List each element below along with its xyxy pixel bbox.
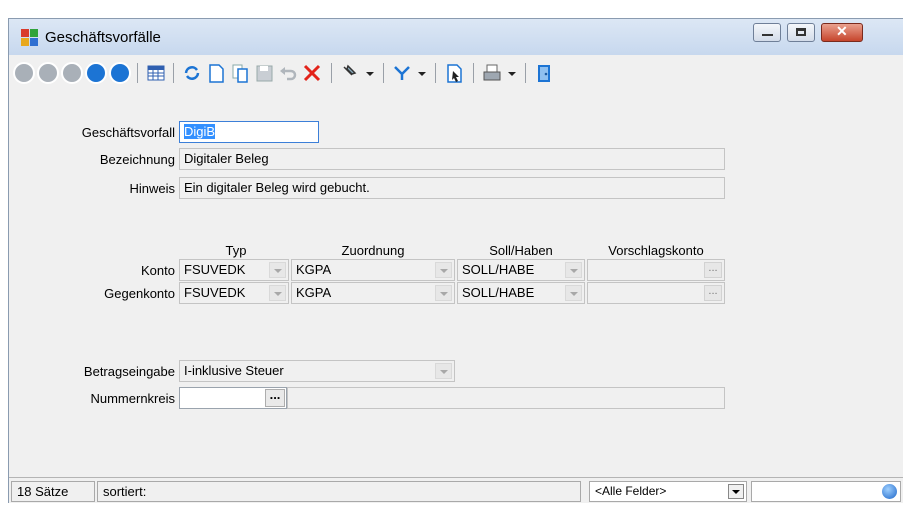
geschaeftsvorfall-value: DigiB [184,124,216,139]
betragseingabe-value: I-inklusive Steuer [184,363,284,378]
search-input[interactable] [751,481,901,502]
ellipsis-button[interactable]: ... [704,262,722,278]
first-record-icon[interactable] [13,62,35,84]
konto-zuordnung-select[interactable]: KGPA [291,259,455,281]
gegenkonto-vorschlag-field[interactable]: ... [587,282,725,304]
search-dropdown-icon[interactable] [363,62,377,84]
maximize-button[interactable] [787,23,815,42]
new-document-icon[interactable] [205,62,227,84]
hinweis-label: Hinweis [129,181,175,196]
delete-icon[interactable] [301,62,323,84]
search-pin-icon[interactable] [339,62,361,84]
chevron-down-icon [269,262,286,278]
konto-zuordnung-value: KGPA [296,262,332,277]
konto-sollhaben-value: SOLL/HABE [462,262,535,277]
window-title: Geschäftsvorfälle [45,29,161,46]
last-record-icon[interactable] [109,62,131,84]
konto-vorschlag-field[interactable]: ... [587,259,725,281]
header-vorschlagskonto: Vorschlagskonto [608,243,704,258]
minimize-button[interactable] [753,23,781,42]
gegenkonto-zuordnung-value: KGPA [296,285,332,300]
undo-icon[interactable] [277,62,299,84]
gegenkonto-typ-select[interactable]: FSUVEDK [179,282,289,304]
print-dropdown-icon[interactable] [505,62,519,84]
nummernkreis-label: Nummernkreis [90,391,175,406]
bezeichnung-label: Bezeichnung [99,152,175,167]
close-button[interactable]: ✕ [821,23,863,42]
filter-icon[interactable] [391,62,413,84]
table-view-icon[interactable] [145,62,167,84]
toolbar [9,56,903,90]
pointer-document-icon[interactable] [443,62,465,84]
chevron-down-icon[interactable] [728,484,744,499]
refresh-icon[interactable] [181,62,203,84]
gegenkonto-sollhaben-value: SOLL/HABE [462,285,535,300]
chevron-down-icon [565,285,582,301]
geschaeftsvorfall-label: Geschäftsvorfall [81,125,175,140]
konto-typ-value: FSUVEDK [184,262,246,277]
geschaeftsvorfall-field[interactable]: DigiB [179,121,319,143]
konto-typ-select[interactable]: FSUVEDK [179,259,289,281]
header-soll-haben: Soll/Haben [489,243,553,258]
record-count: 18 Sätze [11,481,95,502]
gegenkonto-label: Gegenkonto [104,286,175,301]
konto-label: Konto [141,263,175,278]
field-filter-value: <Alle Felder> [595,484,667,498]
hinweis-field[interactable]: Ein digitaler Beleg wird gebucht. [179,177,725,199]
filter-dropdown-icon[interactable] [415,62,429,84]
next-record-icon[interactable] [85,62,107,84]
chevron-down-icon [435,285,452,301]
status-bar: 18 Sätze sortiert: <Alle Felder> [9,477,903,505]
main-window: Geschäftsvorfälle ✕ Geschäftsvorfall Dig… [8,18,903,503]
nummernkreis-field[interactable]: ... [179,387,287,409]
betragseingabe-label: Betragseingabe [83,364,175,379]
ellipsis-button[interactable]: ... [704,285,722,301]
save-icon[interactable] [253,62,275,84]
konto-sollhaben-select[interactable]: SOLL/HABE [457,259,585,281]
gegenkonto-typ-value: FSUVEDK [184,285,246,300]
app-icon [21,29,38,46]
search-icon[interactable] [882,484,897,499]
header-typ: Typ [225,243,247,258]
field-filter-select[interactable]: <Alle Felder> [589,481,747,502]
previous-record-icon[interactable] [61,62,83,84]
print-icon[interactable] [481,62,503,84]
chevron-down-icon [269,285,286,301]
chevron-down-icon [435,363,452,379]
chevron-down-icon [435,262,452,278]
exit-door-icon[interactable] [533,62,555,84]
sort-status: sortiert: [97,481,581,502]
header-zuordnung: Zuordnung [341,243,405,258]
chevron-down-icon [565,262,582,278]
betragseingabe-select[interactable]: I-inklusive Steuer [179,360,455,382]
gegenkonto-sollhaben-select[interactable]: SOLL/HABE [457,282,585,304]
previous-page-icon[interactable] [37,62,59,84]
gegenkonto-zuordnung-select[interactable]: KGPA [291,282,455,304]
bezeichnung-field[interactable]: Digitaler Beleg [179,148,725,170]
nummernkreis-description [287,387,725,409]
title-bar: Geschäftsvorfälle ✕ [9,19,903,55]
copy-icon[interactable] [229,62,251,84]
nummernkreis-browse-button[interactable]: ... [265,388,285,407]
